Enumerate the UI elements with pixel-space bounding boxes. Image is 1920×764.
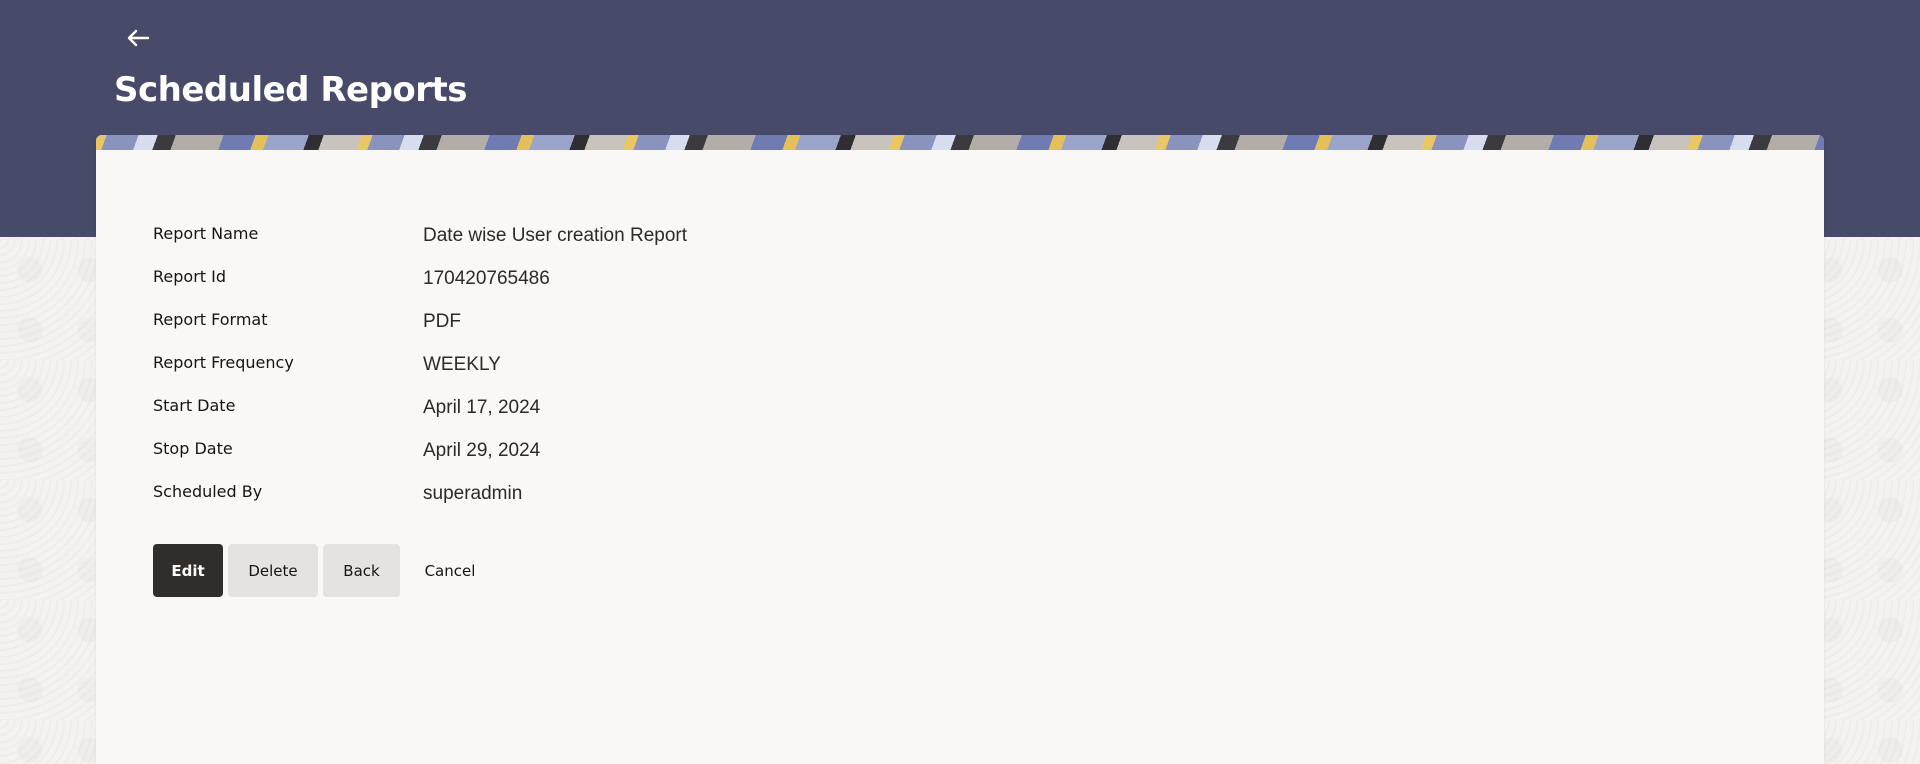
detail-row-report-id: Report Id 170420765486 [153,267,1053,310]
stop-date-label: Stop Date [153,439,233,458]
delete-button[interactable]: Delete [228,544,318,597]
report-name-label: Report Name [153,224,259,243]
back-arrow-icon[interactable] [122,22,154,54]
edit-button[interactable]: Edit [153,544,223,597]
scheduled-by-value: superadmin [423,483,523,504]
report-frequency-label: Report Frequency [153,353,294,372]
scheduled-by-label: Scheduled By [153,482,263,501]
report-details: Report Name Date wise User creation Repo… [153,224,1053,525]
start-date-label: Start Date [153,396,236,415]
cancel-button[interactable]: Cancel [405,544,495,597]
report-format-label: Report Format [153,310,268,329]
detail-row-stop-date: Stop Date April 29, 2024 [153,439,1053,482]
detail-row-report-frequency: Report Frequency WEEKLY [153,353,1053,396]
back-button[interactable]: Back [323,544,400,597]
action-buttons: Edit Delete Back Cancel [153,544,500,597]
stop-date-value: April 29, 2024 [423,440,541,461]
start-date-value: April 17, 2024 [423,397,541,418]
report-details-card: Report Name Date wise User creation Repo… [96,135,1824,764]
report-format-value: PDF [423,311,461,332]
detail-row-report-name: Report Name Date wise User creation Repo… [153,224,1053,267]
report-id-label: Report Id [153,267,226,286]
report-name-value: Date wise User creation Report [423,225,687,246]
decorative-banner [96,135,1824,150]
report-frequency-value: WEEKLY [423,354,501,375]
page-title: Scheduled Reports [114,70,468,110]
detail-row-report-format: Report Format PDF [153,310,1053,353]
detail-row-start-date: Start Date April 17, 2024 [153,396,1053,439]
report-id-value: 170420765486 [423,268,550,289]
detail-row-scheduled-by: Scheduled By superadmin [153,482,1053,525]
